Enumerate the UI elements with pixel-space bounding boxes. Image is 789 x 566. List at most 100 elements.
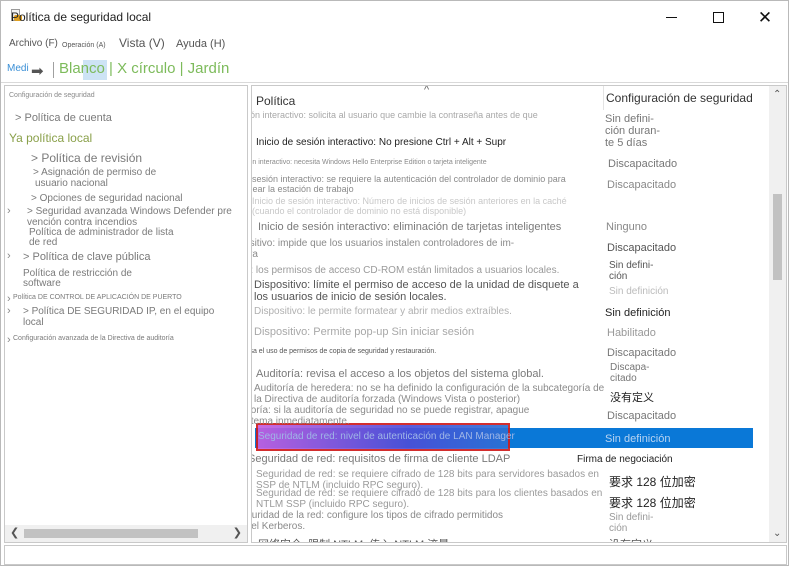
window-title: Política de seguridad local xyxy=(11,10,152,24)
tree-item[interactable]: de red xyxy=(29,237,57,248)
security-setting-cell: ción xyxy=(609,523,628,534)
forward-arrow-icon[interactable]: ➡ xyxy=(31,62,44,80)
policy-name-cell: Dispositivo: impide que los usuarios ins… xyxy=(251,238,515,249)
security-setting-cell: ción duran- xyxy=(605,125,661,137)
tree-item[interactable]: usuario nacional xyxy=(35,178,108,189)
status-bar xyxy=(4,545,787,565)
policy-name-cell: Auditoría: revisa el acceso a los objeto… xyxy=(256,368,544,380)
policy-name-cell: presora xyxy=(252,249,258,260)
policy-name-cell: Dispositivo: límite el permiso de acceso… xyxy=(254,279,579,291)
toolbar: Medi ➡ Blanco | X círculo | Jardín xyxy=(1,57,788,83)
tree-horizontal-scrollbar[interactable]: ❮ ❯ xyxy=(5,525,247,542)
security-setting-cell: Sin defini- xyxy=(605,113,654,125)
minimize-icon xyxy=(665,16,677,18)
policy-name-cell: Inicio de sesión interactivo: No presion… xyxy=(256,137,507,148)
tree-expand-chevron-icon[interactable]: › xyxy=(7,334,11,346)
tree-item[interactable]: > Asignación de permiso de xyxy=(33,167,156,178)
tree-item[interactable]: local xyxy=(23,317,44,328)
security-setting-cell: 要求 128 位加密 xyxy=(609,475,696,489)
policy-name-cell: Dispositivo: Permite pop-up Sin iniciar … xyxy=(254,326,475,338)
security-setting-cell: Sin definición xyxy=(605,307,671,319)
column-header-setting[interactable]: Configuración de seguridad xyxy=(603,86,769,110)
main-window: Política de seguridad local ✕ Archivo (F… xyxy=(0,0,789,566)
tree-expand-chevron-icon[interactable]: › xyxy=(7,293,11,305)
tree-item[interactable]: > Política de clave pública xyxy=(23,251,151,263)
menu-item[interactable]: Vista (V) xyxy=(119,36,165,50)
security-setting-cell: 要求 128 位加密 xyxy=(609,496,696,510)
security-setting-cell: Ninguno xyxy=(606,221,647,233)
policy-name-cell: * Auditoría: revisa el uso de permisos d… xyxy=(252,348,437,355)
scroll-right-icon[interactable]: ❯ xyxy=(233,526,242,539)
tree-item[interactable]: Configuración de seguridad xyxy=(9,92,95,99)
security-setting-cell: Discapacitado xyxy=(607,242,677,254)
policy-name-cell: Dispositivo: los permisos de acceso CD-R… xyxy=(252,265,560,276)
policy-name-cell: Inicio de sesión interactivo: se requier… xyxy=(252,174,566,184)
scroll-left-icon[interactable]: ❮ xyxy=(10,526,19,539)
security-setting-cell: Sin defini- xyxy=(609,512,654,523)
scrollbar-thumb[interactable] xyxy=(773,194,782,280)
policy-name-cell: Seguridad de red: nivel de autenticación… xyxy=(258,431,515,442)
policy-name-cell: 网络安全: 限制 NTLM: 传入 NTLM 流量 xyxy=(258,536,449,542)
policy-name-cell: por el Kerberos. xyxy=(251,521,306,532)
policy-name-cell: el sistema inmediatamente. xyxy=(251,416,350,427)
security-setting-cell: Discapacitado xyxy=(607,347,677,359)
security-setting-cell: 没有定义 xyxy=(610,392,654,404)
close-icon: ✕ xyxy=(757,7,773,27)
policy-name-cell: Auditoría: si la auditoría de seguridad … xyxy=(251,405,530,416)
scroll-up-icon[interactable]: ⌃ xyxy=(773,89,781,100)
toolbar-breadcrumb[interactable]: Blanco | X círculo | Jardín xyxy=(59,60,229,77)
policy-name-cell: Seguridad de red: se requiere cifrado de… xyxy=(256,469,599,480)
policy-name-cell: desbloquear la estación de trabajo xyxy=(252,184,354,194)
security-setting-cell: 没有定义 xyxy=(609,536,653,542)
toolbar-medio-label[interactable]: Medi xyxy=(7,63,29,74)
scroll-down-icon[interactable]: ⌄ xyxy=(773,528,781,539)
policy-name-cell: Dispositivo: le permite formatear y abri… xyxy=(254,306,512,317)
security-setting-cell: Sin definición xyxy=(609,286,669,297)
security-setting-cell: Discapa- xyxy=(610,362,650,373)
column-header-policy-label: Política xyxy=(256,94,296,108)
menu-item[interactable]: Ayuda (H) xyxy=(176,38,225,50)
policy-name-cell: Inicio de sesión interactivo: solicita a… xyxy=(251,110,538,120)
tree-expand-chevron-icon[interactable]: › xyxy=(7,250,11,262)
security-setting-cell: ción xyxy=(609,271,628,282)
policy-name-cell: los usuarios de inicio de sesión locales… xyxy=(254,291,447,303)
title-bar: Política de seguridad local ✕ xyxy=(1,1,788,33)
menu-item[interactable]: Archivo (F) xyxy=(9,38,58,49)
tree-item[interactable]: > Seguridad avanzada Windows Defender pr… xyxy=(27,206,232,217)
tree-item[interactable]: > Política de revisión xyxy=(31,151,142,165)
tree-expand-chevron-icon[interactable]: › xyxy=(7,205,11,217)
policy-name-cell: Seguridad de red: se requiere cifrado de… xyxy=(256,488,603,499)
tree-item[interactable]: > Opciones de seguridad nacional xyxy=(31,193,183,204)
minimize-button[interactable] xyxy=(648,1,694,33)
security-setting-cell: Discapacitado xyxy=(607,179,677,191)
policy-name-cell: Inicio de sesión interactivo: necesita W… xyxy=(252,159,487,166)
sort-up-icon: ^ xyxy=(424,85,430,96)
maximize-button[interactable] xyxy=(695,1,741,33)
tree-item[interactable]: Política DE CONTROL DE APLICACIÓN DE PUE… xyxy=(13,294,182,301)
close-button[interactable]: ✕ xyxy=(742,1,788,33)
list-vertical-scrollbar[interactable]: ⌃ ⌄ xyxy=(769,86,786,542)
column-header-policy[interactable]: Política ^ xyxy=(252,86,602,110)
tree-expand-chevron-icon[interactable]: › xyxy=(7,305,11,317)
toolbar-separator xyxy=(53,62,54,78)
policy-name-cell: NTLM SSP (incluido RPC seguro). xyxy=(256,499,410,510)
security-setting-cell: Discapacitado xyxy=(608,158,678,170)
security-setting-cell: Sin definición xyxy=(605,433,671,445)
menu-bar: Archivo (F) Operación (A) Vista (V) Ayuda (… xyxy=(1,33,788,55)
tree-item[interactable]: Configuración avanzada de la Directiva d… xyxy=(13,335,174,342)
security-setting-cell: Firma de negociación xyxy=(577,454,673,465)
maximize-icon xyxy=(712,11,724,23)
security-setting-cell: te 5 días xyxy=(605,137,648,149)
scrollbar-thumb[interactable] xyxy=(24,529,198,538)
security-setting-cell: Habilitado xyxy=(607,327,656,339)
policy-name-cell: la Directiva de auditoría forzada (Windo… xyxy=(254,394,521,405)
policy-name-cell: Inicio de sesión interactivo: eliminació… xyxy=(258,221,562,233)
tree-item[interactable]: Ya política local xyxy=(9,131,92,145)
policy-name-cell: (cuando el controlador de dominio no est… xyxy=(252,206,467,216)
tree-item[interactable]: software xyxy=(23,278,61,289)
tree-item[interactable]: > Política DE SEGURIDAD IP, en el equipo xyxy=(23,306,214,317)
menu-item[interactable]: Operación (A) xyxy=(62,42,106,49)
tree-item[interactable]: > Política de cuenta xyxy=(15,112,112,124)
security-setting-cell: Sin defini- xyxy=(609,260,654,271)
tree-pane: ❮ ❯ Configuración de seguridad > Política… xyxy=(4,85,248,543)
